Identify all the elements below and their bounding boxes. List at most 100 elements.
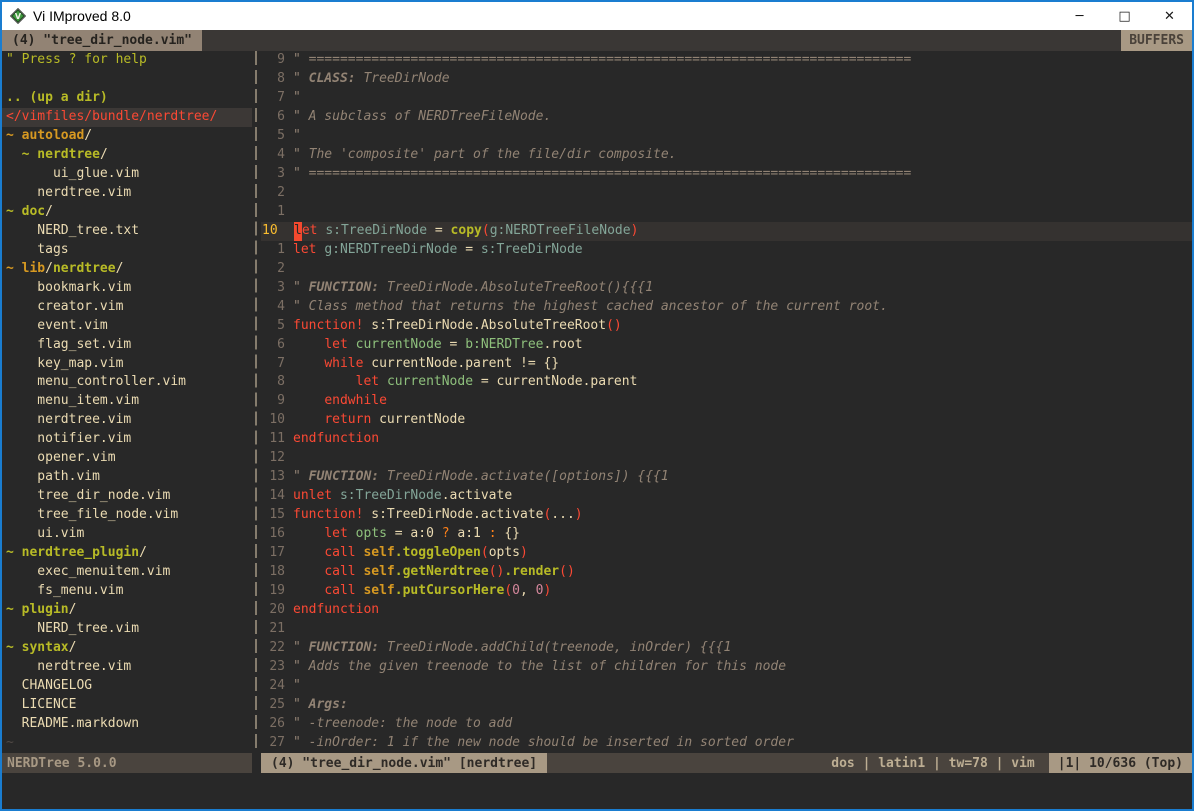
tree-item[interactable]: ~ nerdtree_plugin/	[2, 544, 252, 563]
code-line[interactable]: 20endfunction	[261, 601, 1192, 620]
tree-item[interactable]: " Press ? for help	[2, 51, 252, 70]
tree-item[interactable]: menu_controller.vim	[2, 373, 252, 392]
line-number: 10	[261, 222, 294, 241]
tree-item[interactable]: key_map.vim	[2, 355, 252, 374]
tree-item[interactable]: LICENCE	[2, 696, 252, 715]
tree-item[interactable]: flag_set.vim	[2, 336, 252, 355]
code-line[interactable]: 6" A subclass of NERDTreeFileNode.	[261, 108, 1192, 127]
code-line[interactable]: 22" FUNCTION: TreeDirNode.addChild(treen…	[261, 639, 1192, 658]
code-line[interactable]: 11endfunction	[261, 430, 1192, 449]
tree-item[interactable]: NERD_tree.txt	[2, 222, 252, 241]
window-split-separator[interactable]	[252, 51, 261, 753]
code-token	[316, 241, 324, 260]
tree-item[interactable]: nerdtree.vim	[2, 658, 252, 677]
tree-item[interactable]: bookmark.vim	[2, 279, 252, 298]
code-line[interactable]: 9" =====================================…	[261, 51, 1192, 70]
tree-item[interactable]: ~	[2, 734, 252, 753]
tree-item[interactable]: nerdtree.vim	[2, 411, 252, 430]
tree-item[interactable]: tree_dir_node.vim	[2, 487, 252, 506]
tree-item[interactable]: ~ autoload/	[2, 127, 252, 146]
code-line-current[interactable]: 10let s:TreeDirNode = copy(g:NERDTreeFil…	[261, 222, 1192, 241]
code-line[interactable]: 24"	[261, 677, 1192, 696]
code-line[interactable]: 8 let currentNode = currentNode.parent	[261, 373, 1192, 392]
code-token: currentNode.parent != {}	[363, 355, 559, 374]
code-line[interactable]: 8" CLASS: TreeDirNode	[261, 70, 1192, 89]
tree-item[interactable]: notifier.vim	[2, 430, 252, 449]
code-line[interactable]: 12	[261, 449, 1192, 468]
tree-item[interactable]: ~ doc/	[2, 203, 252, 222]
maximize-button[interactable]: □	[1102, 2, 1147, 30]
code-line[interactable]: 13" FUNCTION: TreeDirNode.activate([opti…	[261, 468, 1192, 487]
tree-item[interactable]	[2, 70, 252, 89]
code-line[interactable]: 2	[261, 260, 1192, 279]
code-token: /	[45, 204, 53, 219]
tree-item[interactable]: menu_item.vim	[2, 392, 252, 411]
tree-item[interactable]: nerdtree.vim	[2, 184, 252, 203]
statusline: NERDTree 5.0.0 (4) "tree_dir_node.vim" […	[2, 753, 1192, 773]
tree-item[interactable]: event.vim	[2, 317, 252, 336]
tree-item[interactable]: tags	[2, 241, 252, 260]
tree-item[interactable]: ui_glue.vim	[2, 165, 252, 184]
code-line[interactable]: 9 endwhile	[261, 392, 1192, 411]
code-token: let	[293, 241, 316, 260]
code-line[interactable]: 5"	[261, 127, 1192, 146]
line-number: 6	[261, 336, 293, 355]
code-line[interactable]: 1	[261, 203, 1192, 222]
code-line[interactable]: 10 return currentNode	[261, 411, 1192, 430]
close-button[interactable]: ✕	[1147, 2, 1192, 30]
code-line[interactable]: 25" Args:	[261, 696, 1192, 715]
code-line[interactable]: 3" =====================================…	[261, 165, 1192, 184]
command-line[interactable]	[2, 773, 1192, 809]
line-number: 22	[261, 639, 293, 658]
code-line[interactable]: 1let g:NERDTreeDirNode = s:TreeDirNode	[261, 241, 1192, 260]
code-line[interactable]: 15function! s:TreeDirNode.activate(...)	[261, 506, 1192, 525]
tree-item[interactable]: fs_menu.vim	[2, 582, 252, 601]
code-token: FUNCTION:	[309, 279, 379, 298]
tree-item[interactable]: exec_menuitem.vim	[2, 563, 252, 582]
code-line[interactable]: 6 let currentNode = b:NERDTree.root	[261, 336, 1192, 355]
code-line[interactable]: 21	[261, 620, 1192, 639]
tree-item[interactable]: CHANGELOG	[2, 677, 252, 696]
code-line[interactable]: 4" Class method that returns the highest…	[261, 298, 1192, 317]
code-line[interactable]: 16 let opts = a:0 ? a:1 : {}	[261, 525, 1192, 544]
code-line[interactable]: 26" -treenode: the node to add	[261, 715, 1192, 734]
tree-item[interactable]: NERD_tree.vim	[2, 620, 252, 639]
code-token: " Class method that returns the highest …	[293, 298, 888, 317]
tree-item[interactable]: ~ plugin/	[2, 601, 252, 620]
tree-item[interactable]: opener.vim	[2, 449, 252, 468]
code-line[interactable]: 23" Adds the given treenode to the list …	[261, 658, 1192, 677]
tree-item[interactable]: path.vim	[2, 468, 252, 487]
tree-item[interactable]: ui.vim	[2, 525, 252, 544]
buffers-label[interactable]: BUFFERS	[1121, 30, 1192, 51]
code-line[interactable]: 7 while currentNode.parent != {}	[261, 355, 1192, 374]
code-line[interactable]: 18 call self.getNerdtree().render()	[261, 563, 1192, 582]
tree-item[interactable]: ~ syntax/	[2, 639, 252, 658]
tab-tree-dir-node[interactable]: (4) "tree_dir_node.vim"	[2, 30, 202, 51]
line-number: 17	[261, 544, 293, 563]
code-token: s:TreeDirNode	[325, 222, 427, 241]
tree-root-item[interactable]: </vimfiles/bundle/nerdtree/	[2, 108, 252, 127]
code-token: /	[84, 128, 92, 143]
tree-item[interactable]: creator.vim	[2, 298, 252, 317]
code-token: currentNode	[356, 336, 442, 355]
tree-item[interactable]: .. (up a dir)	[2, 89, 252, 108]
tree-item[interactable]: tree_file_node.vim	[2, 506, 252, 525]
code-token: function!	[293, 506, 363, 525]
tree-item[interactable]: ~ nerdtree/	[2, 146, 252, 165]
code-line[interactable]: 7"	[261, 89, 1192, 108]
tree-item[interactable]: ~ lib/nerdtree/	[2, 260, 252, 279]
code-line[interactable]: 19 call self.putCursorHere(0, 0)	[261, 582, 1192, 601]
tree-item[interactable]: README.markdown	[2, 715, 252, 734]
code-token	[293, 563, 324, 582]
line-number: 4	[261, 298, 293, 317]
code-line[interactable]: 5function! s:TreeDirNode.AbsoluteTreeRoo…	[261, 317, 1192, 336]
code-token: ~	[6, 735, 14, 750]
code-line[interactable]: 2	[261, 184, 1192, 203]
code-line[interactable]: 17 call self.toggleOpen(opts)	[261, 544, 1192, 563]
code-line[interactable]: 3" FUNCTION: TreeDirNode.AbsoluteTreeRoo…	[261, 279, 1192, 298]
code-line[interactable]: 27" -inOrder: 1 if the new node should b…	[261, 734, 1192, 753]
minimize-button[interactable]: ─	[1057, 2, 1102, 30]
code-line[interactable]: 4" The 'composite' part of the file/dir …	[261, 146, 1192, 165]
code-line[interactable]: 14unlet s:TreeDirNode.activate	[261, 487, 1192, 506]
code-token: /	[69, 640, 77, 655]
